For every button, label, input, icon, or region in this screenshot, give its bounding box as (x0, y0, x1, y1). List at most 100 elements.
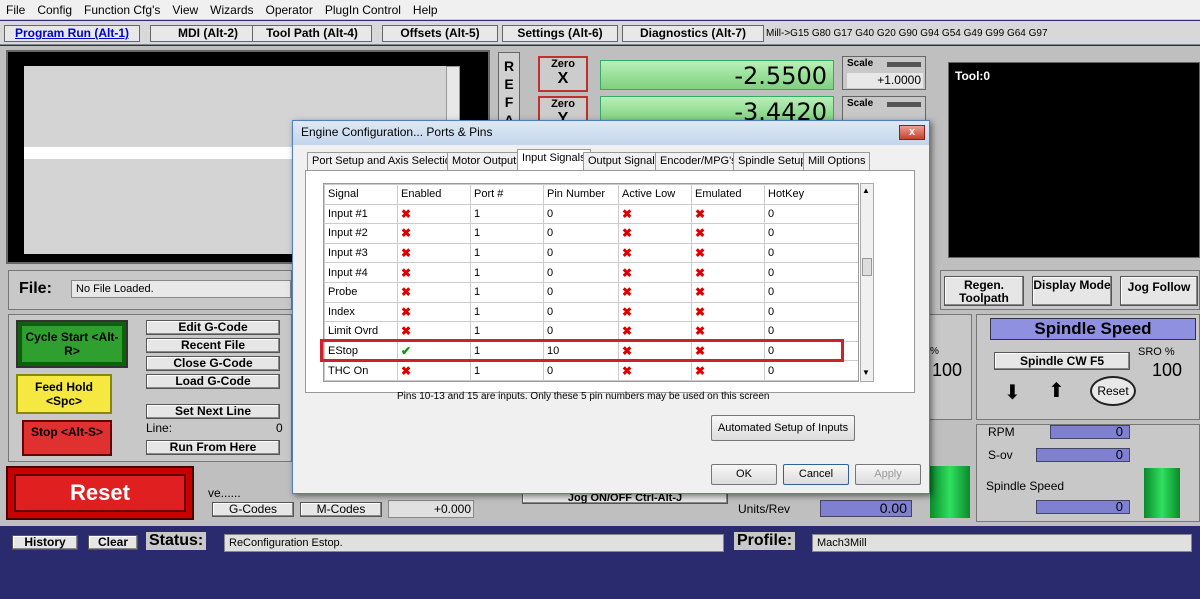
cell-emulated-off-icon[interactable]: ✖ (691, 262, 765, 283)
grid-row[interactable]: Input #3 ✖ 1 0 ✖ ✖ 0 (324, 242, 858, 264)
zero-y-button[interactable]: Zero Y (538, 96, 588, 122)
gcodes-button[interactable]: G-Codes (212, 502, 294, 517)
cell-enabled-off-icon[interactable]: ✖ (397, 242, 471, 264)
cell-active-low-off-icon[interactable]: ✖ (618, 262, 692, 283)
dro-y[interactable]: -3.4420 (600, 96, 834, 122)
spindle-down-arrow-icon[interactable]: ⬇ (1004, 380, 1021, 405)
clear-button[interactable]: Clear (88, 535, 138, 550)
jog-follow-button[interactable]: Jog Follow (1120, 276, 1198, 306)
cell-signal[interactable]: Input #4 (324, 262, 398, 283)
cell-pin-number[interactable]: 0 (543, 281, 619, 303)
cell-active-low-off-icon[interactable]: ✖ (618, 223, 692, 244)
automated-setup-button[interactable]: Automated Setup of Inputs (711, 415, 855, 441)
tab-program-run[interactable]: Program Run (Alt-1) (4, 25, 140, 42)
cell-port[interactable]: 1 (470, 242, 544, 264)
display-mode-button[interactable]: Display Mode (1032, 276, 1112, 306)
ok-button[interactable]: OK (711, 464, 777, 485)
stop-button[interactable]: Stop <Alt-S> (22, 420, 112, 456)
tab-tool-path[interactable]: Tool Path (Alt-4) (252, 25, 372, 42)
cell-emulated-off-icon[interactable]: ✖ (691, 203, 765, 225)
grid-row[interactable]: Input #1 ✖ 1 0 ✖ ✖ 0 (324, 203, 858, 225)
menu-help[interactable]: Help (407, 3, 444, 17)
dtab-port-setup[interactable]: Port Setup and Axis Selection (307, 152, 462, 170)
history-button[interactable]: History (12, 535, 78, 550)
cell-port[interactable]: 1 (470, 203, 544, 225)
spindle-cw-button[interactable]: Spindle CW F5 (994, 352, 1130, 370)
tab-settings[interactable]: Settings (Alt-6) (502, 25, 618, 42)
grid-row[interactable]: Input #2 ✖ 1 0 ✖ ✖ 0 (324, 223, 858, 244)
dtab-motor-outputs[interactable]: Motor Outputs (447, 152, 527, 170)
scroll-up-icon[interactable]: ▲ (862, 186, 870, 195)
tab-mdi[interactable]: MDI (Alt-2) (150, 25, 266, 42)
cell-hotkey[interactable]: 0 (764, 203, 858, 225)
cell-active-low-off-icon[interactable]: ✖ (618, 301, 692, 323)
cell-signal[interactable]: Input #2 (324, 223, 398, 244)
run-from-here-button[interactable]: Run From Here (146, 440, 280, 455)
close-gcode-button[interactable]: Close G-Code (146, 356, 280, 371)
dialog-title-bar[interactable]: Engine Configuration... Ports & Pins (293, 121, 929, 145)
cell-hotkey[interactable]: 0 (764, 360, 858, 381)
menu-file[interactable]: File (0, 3, 31, 17)
cell-signal[interactable]: Probe (324, 281, 398, 303)
dialog-close-icon[interactable]: x (899, 125, 925, 140)
cell-pin-number[interactable]: 0 (543, 301, 619, 323)
mcodes-button[interactable]: M-Codes (300, 502, 382, 517)
cell-port[interactable]: 1 (470, 262, 544, 283)
spindle-up-arrow-icon[interactable]: ⬆ (1048, 378, 1065, 403)
cell-active-low-off-icon[interactable]: ✖ (618, 360, 692, 381)
tab-offsets[interactable]: Offsets (Alt-5) (382, 25, 498, 42)
cell-signal[interactable]: THC On (324, 360, 398, 381)
cycle-start-button[interactable]: Cycle Start <Alt-R> (16, 320, 128, 368)
cell-emulated-off-icon[interactable]: ✖ (691, 242, 765, 264)
grid-row[interactable]: Probe ✖ 1 0 ✖ ✖ 0 (324, 281, 858, 303)
grid-scrollbar[interactable]: ▲ ▼ (860, 183, 874, 382)
zero-x-button[interactable]: Zero X (538, 56, 588, 92)
feed-hold-button[interactable]: Feed Hold <Spc> (16, 374, 112, 414)
menu-operator[interactable]: Operator (260, 3, 319, 17)
menu-view[interactable]: View (166, 3, 204, 17)
cell-port[interactable]: 1 (470, 223, 544, 244)
scroll-thumb[interactable] (862, 258, 872, 276)
cell-port[interactable]: 1 (470, 360, 544, 381)
cell-enabled-off-icon[interactable]: ✖ (397, 223, 471, 244)
cell-active-low-off-icon[interactable]: ✖ (618, 203, 692, 225)
cell-port[interactable]: 1 (470, 301, 544, 323)
grid-row[interactable]: THC On ✖ 1 0 ✖ ✖ 0 (324, 360, 858, 381)
dtab-output-signals[interactable]: Output Signals (583, 152, 666, 170)
cell-emulated-off-icon[interactable]: ✖ (691, 301, 765, 323)
reset-button[interactable]: Reset (6, 466, 194, 520)
cell-emulated-off-icon[interactable]: ✖ (691, 281, 765, 303)
cell-signal[interactable]: Input #1 (324, 203, 398, 225)
cell-pin-number[interactable]: 0 (543, 262, 619, 283)
dtab-input-signals[interactable]: Input Signals (517, 149, 591, 171)
cell-emulated-off-icon[interactable]: ✖ (691, 360, 765, 381)
cell-hotkey[interactable]: 0 (764, 262, 858, 283)
cell-hotkey[interactable]: 0 (764, 281, 858, 303)
dro-x[interactable]: -2.5500 (600, 60, 834, 90)
cell-pin-number[interactable]: 0 (543, 203, 619, 225)
menu-wizards[interactable]: Wizards (204, 3, 259, 17)
menu-plugin-control[interactable]: PlugIn Control (319, 3, 407, 17)
spindle-reset-button[interactable]: Reset (1090, 376, 1136, 406)
dtab-spindle-setup[interactable]: Spindle Setup (733, 152, 812, 170)
cell-enabled-off-icon[interactable]: ✖ (397, 262, 471, 283)
cell-active-low-off-icon[interactable]: ✖ (618, 281, 692, 303)
cell-pin-number[interactable]: 0 (543, 242, 619, 264)
cell-hotkey[interactable]: 0 (764, 223, 858, 244)
menu-config[interactable]: Config (31, 3, 78, 17)
toolpath-display[interactable]: Tool:0 (948, 62, 1200, 258)
recent-file-button[interactable]: Recent File (146, 338, 280, 353)
cell-signal[interactable]: Index (324, 301, 398, 323)
cell-enabled-off-icon[interactable]: ✖ (397, 203, 471, 225)
cancel-dialog-button[interactable]: Cancel (783, 464, 849, 485)
dtab-mill-options[interactable]: Mill Options (803, 152, 871, 170)
cell-hotkey[interactable]: 0 (764, 301, 858, 323)
cell-enabled-off-icon[interactable]: ✖ (397, 301, 471, 323)
tab-diagnostics[interactable]: Diagnostics (Alt-7) (622, 25, 764, 42)
cell-hotkey[interactable]: 0 (764, 242, 858, 264)
cell-pin-number[interactable]: 0 (543, 360, 619, 381)
grid-row[interactable]: Index ✖ 1 0 ✖ ✖ 0 (324, 301, 858, 323)
scroll-down-icon[interactable]: ▼ (862, 368, 870, 377)
cell-enabled-off-icon[interactable]: ✖ (397, 360, 471, 381)
cell-port[interactable]: 1 (470, 281, 544, 303)
